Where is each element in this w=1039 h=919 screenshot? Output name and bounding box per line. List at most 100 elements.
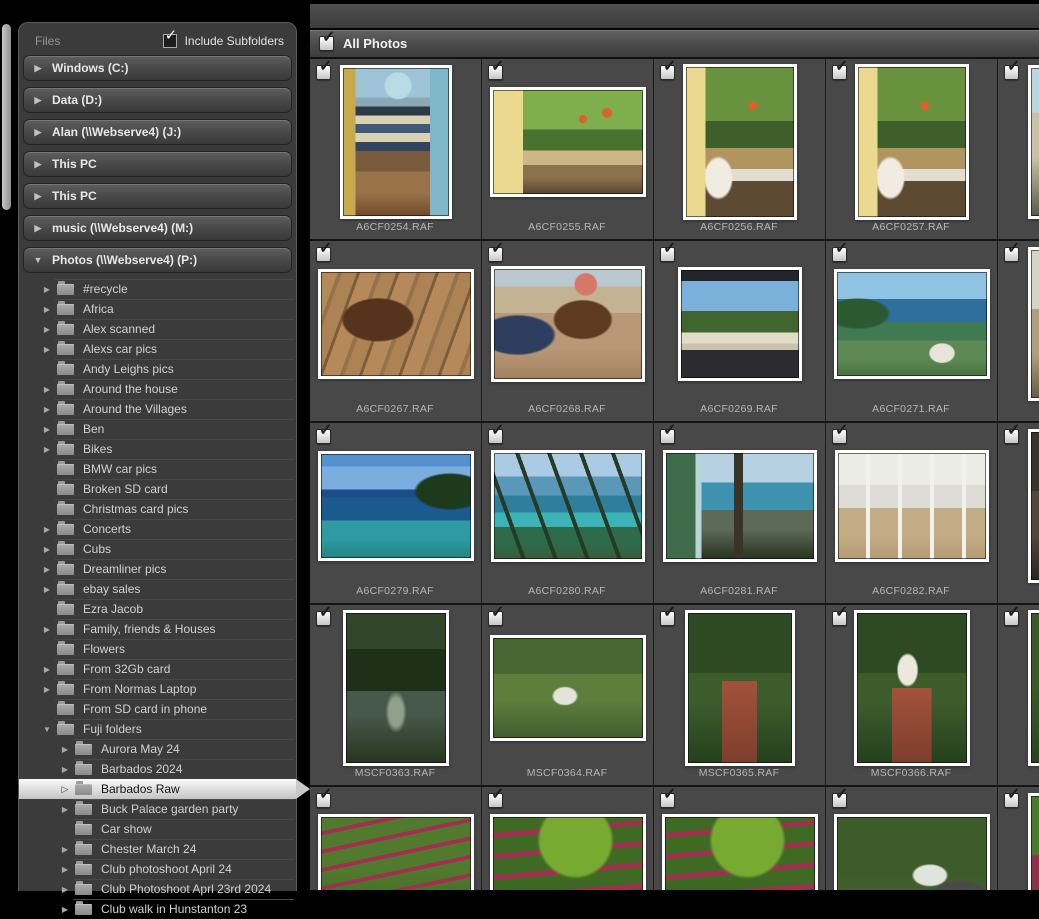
- photo-thumbnail[interactable]: [854, 610, 970, 766]
- photo-thumbnail[interactable]: [678, 267, 802, 381]
- photo-cell[interactable]: ✓MSCF0365.RAF: [654, 605, 826, 787]
- photo-cell[interactable]: ✓: [998, 423, 1039, 605]
- photo-cell[interactable]: ✓A6CF0257.RAF: [826, 59, 998, 241]
- folder-row[interactable]: ▶Around the Villages: [19, 399, 296, 419]
- photo-cell[interactable]: ✓A6CF0280.RAF: [482, 423, 654, 605]
- photo-checkbox[interactable]: ✓: [488, 65, 503, 80]
- photo-thumbnail[interactable]: [491, 450, 645, 562]
- folder-row[interactable]: ▶Family, friends & Houses: [19, 619, 296, 639]
- photo-cell[interactable]: ✓A6CF0268.RAF: [482, 241, 654, 423]
- folder-row[interactable]: From SD card in phone: [19, 699, 296, 719]
- photo-thumbnail[interactable]: [685, 610, 795, 766]
- photo-cell[interactable]: ✓A6CF0271.RAF: [826, 241, 998, 423]
- chevron-right-icon[interactable]: ▶: [57, 805, 73, 814]
- photo-checkbox[interactable]: ✓: [488, 611, 503, 626]
- chevron-right-icon[interactable]: ▶: [57, 905, 73, 914]
- chevron-right-icon[interactable]: ▷: [57, 784, 73, 795]
- chevron-right-icon[interactable]: ▶: [39, 425, 55, 434]
- photo-cell[interactable]: ✓: [998, 605, 1039, 787]
- drive-item[interactable]: ▶Windows (C:): [23, 55, 292, 81]
- chevron-right-icon[interactable]: ▶: [39, 285, 55, 294]
- photo-thumbnail[interactable]: [1028, 247, 1039, 401]
- folder-row[interactable]: ▶Club Photoshoot Aprl 23rd 2024: [19, 879, 296, 899]
- chevron-right-icon[interactable]: ▶: [57, 845, 73, 854]
- chevron-right-icon[interactable]: ▶: [39, 565, 55, 574]
- folder-row-selected[interactable]: ▷Barbados Raw: [19, 779, 296, 799]
- all-photos-checkbox[interactable]: ✓: [319, 36, 334, 51]
- chevron-right-icon[interactable]: ▶: [39, 625, 55, 634]
- photo-checkbox[interactable]: ✓: [1004, 247, 1019, 262]
- folder-row[interactable]: ▶Club photoshoot April 24: [19, 859, 296, 879]
- chevron-right-icon[interactable]: ▶: [24, 159, 52, 170]
- photo-thumbnail[interactable]: [490, 635, 646, 741]
- chevron-right-icon[interactable]: ▶: [39, 545, 55, 554]
- photo-thumbnail[interactable]: [1028, 610, 1039, 766]
- chevron-right-icon[interactable]: ▶: [57, 745, 73, 754]
- folder-row[interactable]: ▶Africa: [19, 299, 296, 319]
- photo-thumbnail[interactable]: [491, 266, 645, 382]
- photo-cell[interactable]: ✓: [826, 787, 998, 890]
- folder-row[interactable]: ▶Club walk in Hunstanton 23: [19, 899, 296, 919]
- photo-thumbnail[interactable]: [1028, 65, 1039, 219]
- left-scrollbar-thumb[interactable]: [2, 24, 11, 210]
- photo-cell[interactable]: ✓A6CF0281.RAF: [654, 423, 826, 605]
- chevron-right-icon[interactable]: ▶: [39, 665, 55, 674]
- photo-cell[interactable]: ✓: [998, 241, 1039, 423]
- photo-checkbox[interactable]: ✓: [316, 611, 331, 626]
- chevron-right-icon[interactable]: ▶: [39, 445, 55, 454]
- folder-row[interactable]: Broken SD card: [19, 479, 296, 499]
- chevron-right-icon[interactable]: ▶: [39, 345, 55, 354]
- folder-row[interactable]: Car show: [19, 819, 296, 839]
- photo-checkbox[interactable]: ✓: [832, 611, 847, 626]
- folder-row[interactable]: ▶Alex scanned: [19, 319, 296, 339]
- drive-item[interactable]: ▶This PC: [23, 183, 292, 209]
- chevron-right-icon[interactable]: ▶: [24, 95, 52, 106]
- folder-row[interactable]: ▶Bikes: [19, 439, 296, 459]
- photo-cell[interactable]: ✓MSCF0364.RAF: [482, 605, 654, 787]
- photo-checkbox[interactable]: ✓: [1004, 793, 1019, 808]
- folder-row[interactable]: Christmas card pics: [19, 499, 296, 519]
- photo-checkbox[interactable]: ✓: [832, 429, 847, 444]
- photo-cell[interactable]: ✓: [482, 787, 654, 890]
- photo-cell[interactable]: ✓: [310, 787, 482, 890]
- photo-checkbox[interactable]: ✓: [488, 429, 503, 444]
- photo-thumbnail[interactable]: [683, 64, 797, 220]
- folder-row[interactable]: ▶Buck Palace garden party: [19, 799, 296, 819]
- photo-checkbox[interactable]: ✓: [660, 611, 675, 626]
- photo-checkbox[interactable]: ✓: [660, 793, 675, 808]
- chevron-right-icon[interactable]: ▶: [24, 223, 52, 234]
- photo-checkbox[interactable]: ✓: [1004, 65, 1019, 80]
- photo-cell[interactable]: ✓MSCF0366.RAF: [826, 605, 998, 787]
- photo-cell[interactable]: ✓: [998, 59, 1039, 241]
- chevron-right-icon[interactable]: ▶: [39, 385, 55, 394]
- chevron-right-icon[interactable]: ▶: [24, 191, 52, 202]
- photo-cell[interactable]: ✓A6CF0269.RAF: [654, 241, 826, 423]
- chevron-right-icon[interactable]: ▶: [24, 63, 52, 74]
- chevron-right-icon[interactable]: ▶: [57, 765, 73, 774]
- folder-row[interactable]: ▶Aurora May 24: [19, 739, 296, 759]
- folder-row[interactable]: Andy Leighs pics: [19, 359, 296, 379]
- photo-checkbox[interactable]: ✓: [832, 65, 847, 80]
- photo-thumbnail[interactable]: [662, 814, 818, 890]
- photo-thumbnail[interactable]: [1028, 793, 1039, 890]
- photo-thumbnail[interactable]: [855, 64, 969, 220]
- folder-row[interactable]: ▶Alexs car pics: [19, 339, 296, 359]
- folder-row[interactable]: ▶Ben: [19, 419, 296, 439]
- photo-thumbnail[interactable]: [343, 610, 449, 766]
- photo-checkbox[interactable]: ✓: [488, 247, 503, 262]
- photo-thumbnail[interactable]: [663, 450, 817, 562]
- folder-row[interactable]: ▶Around the house: [19, 379, 296, 399]
- photo-cell[interactable]: ✓MSCF0363.RAF: [310, 605, 482, 787]
- photo-checkbox[interactable]: ✓: [488, 793, 503, 808]
- chevron-right-icon[interactable]: ▶: [39, 585, 55, 594]
- photo-cell[interactable]: ✓A6CF0256.RAF: [654, 59, 826, 241]
- photo-cell[interactable]: ✓A6CF0254.RAF: [310, 59, 482, 241]
- photo-checkbox[interactable]: ✓: [660, 65, 675, 80]
- folder-row[interactable]: Flowers: [19, 639, 296, 659]
- photo-checkbox[interactable]: ✓: [660, 247, 675, 262]
- drive-item[interactable]: ▶music (\\Webserve4) (M:): [23, 215, 292, 241]
- chevron-right-icon[interactable]: ▶: [39, 525, 55, 534]
- folder-row[interactable]: ▶Chester March 24: [19, 839, 296, 859]
- photo-cell[interactable]: ✓A6CF0282.RAF: [826, 423, 998, 605]
- chevron-right-icon[interactable]: ▶: [24, 127, 52, 138]
